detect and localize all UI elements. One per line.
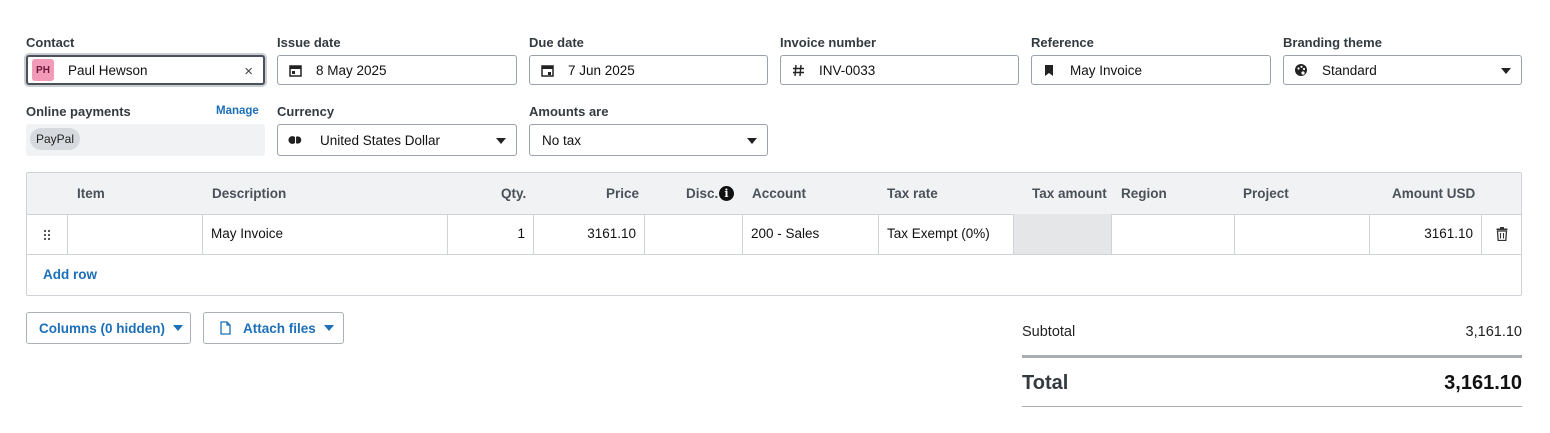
manage-payments-link[interactable]: Manage [216,105,259,117]
col-description: Description [212,186,287,201]
attach-files-button[interactable]: Attach files [203,312,344,344]
issue-date-label: Issue date [277,35,341,50]
branding-theme-label: Branding theme [1283,35,1382,50]
due-date-value: 7 Jun 2025 [568,62,635,78]
totals-divider [1022,355,1522,358]
cell-tax-amount [1014,214,1112,255]
online-payments-label: Online payments [26,104,131,119]
cell-region[interactable] [1112,214,1235,255]
issue-date-input[interactable]: 8 May 2025 [277,55,517,85]
chevron-down-icon [747,138,757,144]
online-payments-box: PayPal [26,124,265,156]
calendar-icon [540,63,554,77]
total-value: 3,161.10 [1444,372,1522,394]
col-region: Region [1121,186,1167,201]
subtotal-value: 3,161.10 [1465,324,1522,340]
col-item: Item [77,186,105,201]
chevron-down-icon [323,325,334,331]
total-label: Total [1022,372,1069,394]
cell-disc[interactable] [645,214,743,255]
issue-date-value: 8 May 2025 [316,62,387,78]
cell-amount[interactable]: 3161.10 [1370,214,1482,255]
contact-avatar: PH [32,59,54,81]
subtotal-label: Subtotal [1022,324,1076,340]
due-date-label: Due date [529,35,584,50]
contact-input[interactable]: PH Paul Hewson × [26,55,265,85]
chevron-down-icon [496,138,506,144]
document-icon [220,321,231,335]
table-header: Item Description Qty. Price Disc. i Acco… [27,173,1521,215]
bookmark-icon [1042,63,1056,77]
invoice-number-label: Invoice number [780,35,877,50]
reference-label: Reference [1031,35,1094,50]
contact-value: Paul Hewson [68,62,148,78]
hash-icon [791,63,805,77]
branding-theme-value: Standard [1322,62,1377,78]
info-icon[interactable]: i [719,186,734,201]
invoice-number-input[interactable]: INV-0033 [780,55,1019,85]
drag-handle-icon[interactable] [27,214,68,255]
due-date-input[interactable]: 7 Jun 2025 [529,55,768,85]
currency-select[interactable]: United States Dollar [277,124,517,156]
line-items-table: Item Description Qty. Price Disc. i Acco… [26,172,1522,296]
contact-label: Contact [26,35,75,50]
cell-project[interactable] [1235,214,1370,255]
cell-qty[interactable]: 1 [448,214,534,255]
branding-theme-select[interactable]: Standard [1283,55,1522,85]
col-project: Project [1243,186,1289,201]
amounts-are-value: No tax [542,132,582,148]
amounts-are-label: Amounts are [529,104,609,119]
amounts-are-select[interactable]: No tax [529,124,768,156]
cell-tax-rate[interactable]: Tax Exempt (0%) [879,214,1014,255]
chevron-down-icon [173,325,183,331]
currency-icon [288,133,302,147]
cell-description[interactable]: May Invoice [203,214,448,255]
col-tax-rate: Tax rate [887,186,938,201]
col-disc: Disc. [686,186,719,201]
chevron-down-icon [1501,68,1511,74]
clear-contact-icon[interactable]: × [244,63,253,80]
reference-value: May Invoice [1070,62,1143,78]
add-row-button[interactable]: Add row [43,267,97,282]
calendar-icon [288,63,302,77]
col-price: Price [606,186,640,201]
col-qty: Qty. [501,186,527,201]
columns-button-label: Columns (0 hidden) [39,320,165,336]
currency-label: Currency [277,104,335,119]
trash-icon [1496,227,1507,242]
cell-account[interactable]: 200 - Sales [743,214,879,255]
cell-price[interactable]: 3161.10 [534,214,645,255]
attach-files-label: Attach files [243,320,316,336]
col-amount: Amount USD [1392,186,1476,201]
cell-item[interactable] [68,214,203,255]
columns-button[interactable]: Columns (0 hidden) [26,312,191,344]
currency-value: United States Dollar [320,132,441,148]
col-tax-amount: Tax amount [1032,186,1107,201]
col-account: Account [752,186,806,201]
total-underline [1022,406,1522,407]
delete-row-button[interactable] [1482,214,1521,255]
palette-icon [1294,63,1308,77]
invoice-number-value: INV-0033 [819,62,876,78]
reference-input[interactable]: May Invoice [1031,55,1271,85]
paypal-badge[interactable]: PayPal [30,128,81,150]
